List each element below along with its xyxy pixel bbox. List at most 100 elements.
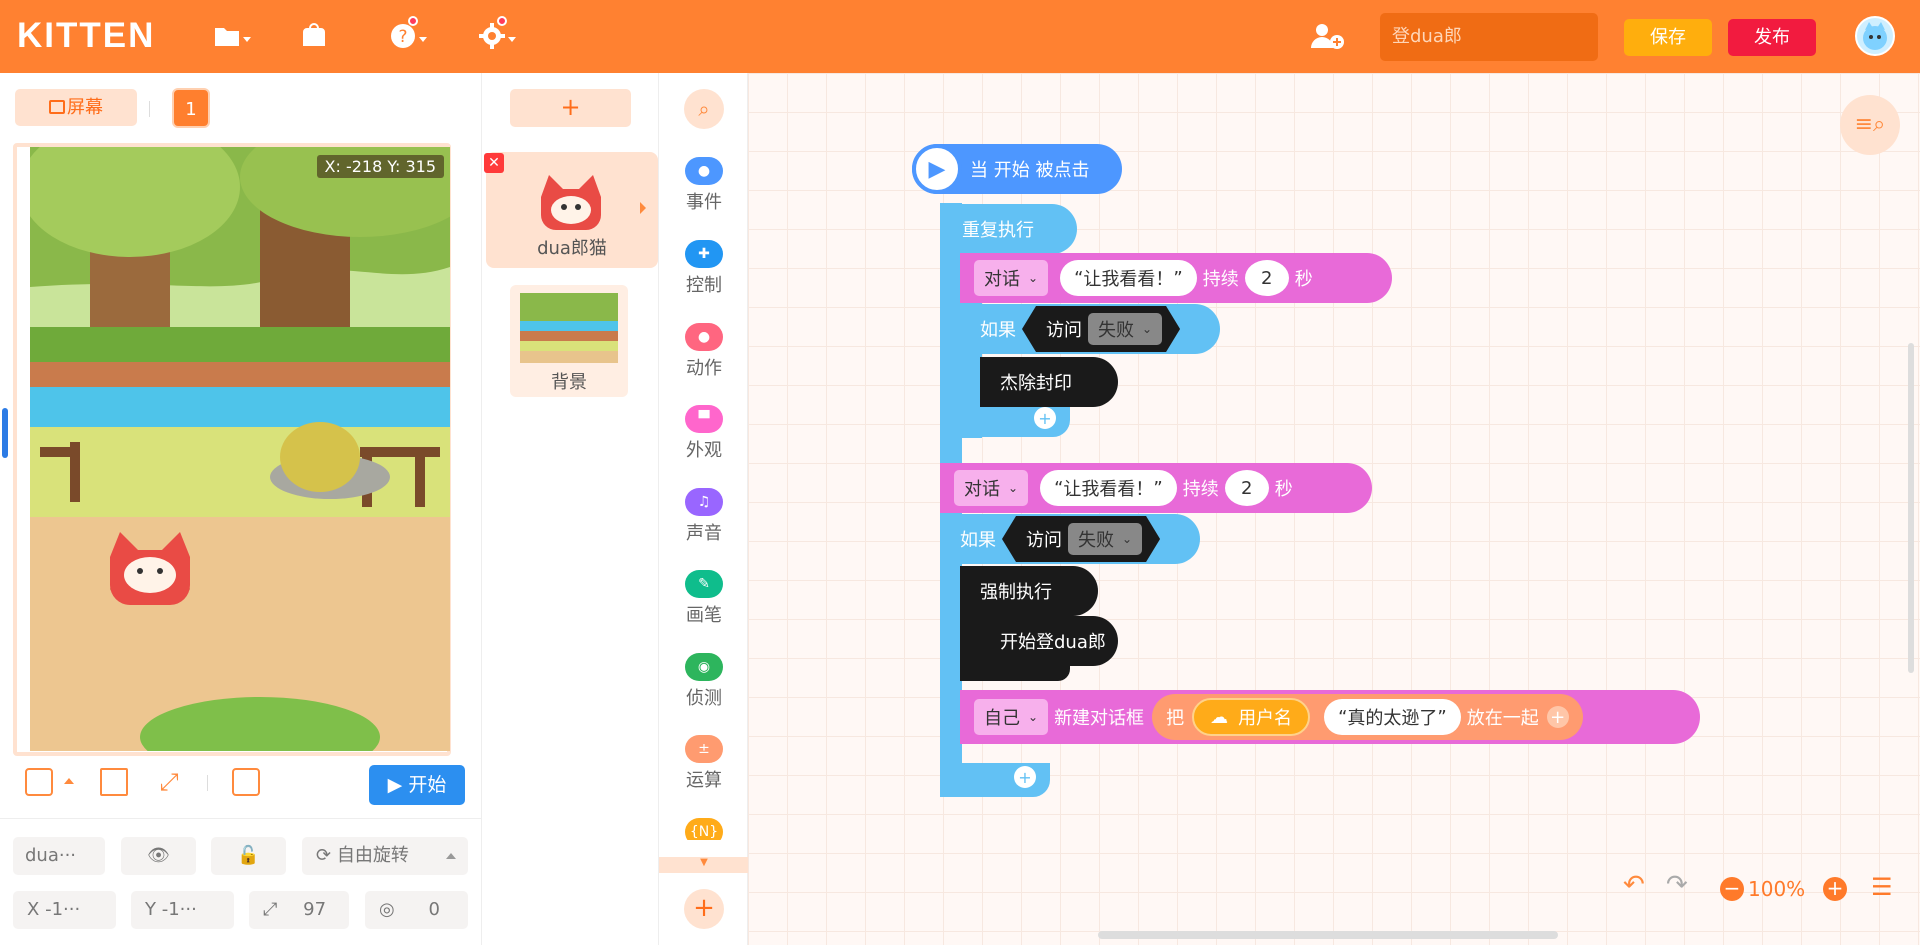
add-collaborator-button[interactable]	[1308, 16, 1348, 56]
rotation-label: 自由旋转	[336, 845, 409, 866]
zoom-out-button[interactable]: −	[1720, 877, 1744, 901]
start-button[interactable]: ▶ 开始	[369, 765, 465, 805]
scale-field[interactable]: ⤢ 97	[249, 891, 349, 929]
category-motion[interactable]: ● 动作	[659, 323, 749, 380]
seconds-field[interactable]: 2	[1224, 470, 1269, 506]
say-block-2[interactable]: 对话 ⌄ “让我看看！” 持续 2 秒	[940, 463, 1372, 513]
delete-sprite-button[interactable]: ✕	[484, 153, 504, 173]
visibility-toggle[interactable]: 👁	[121, 837, 196, 875]
category-label: 动作	[686, 358, 722, 379]
zoom-in-button[interactable]: +	[1823, 877, 1847, 901]
category-sound[interactable]: ♫ 声音	[659, 488, 749, 545]
stage-canvas[interactable]: X: -218 Y: 315	[30, 147, 450, 751]
say-block-1[interactable]: 对话 ⌄ “让我看看！” 持续 2 秒	[960, 253, 1392, 303]
device-size-button[interactable]	[25, 768, 53, 796]
new-dialog-block[interactable]: 自己 ⌄ 新建对话框 把 ☁ 用户名 “真的太逊了” 放在一起 +	[960, 690, 1700, 744]
category-operators[interactable]: ± 运算	[659, 735, 749, 792]
vertical-scrollbar[interactable]	[1908, 343, 1914, 673]
cat-sprite-thumbnail	[541, 175, 601, 230]
username-reporter[interactable]: ☁ 用户名	[1192, 698, 1311, 736]
access-condition[interactable]: 访问 失败 ⌄	[1002, 516, 1160, 562]
caret-up-icon[interactable]	[64, 778, 74, 784]
screen-number-button[interactable]: 1	[172, 88, 210, 128]
access-condition[interactable]: 访问 失败 ⌄	[1022, 306, 1180, 352]
join-add-icon[interactable]: +	[1546, 706, 1569, 728]
background-card[interactable]: 背景	[510, 285, 628, 397]
category-event[interactable]: ● 事件	[659, 157, 749, 214]
stage-resize-handle[interactable]	[2, 408, 8, 458]
operators-icon: ±	[685, 735, 723, 763]
when-start-clicked-block[interactable]: ▶ 当 开始 被点击	[912, 144, 1122, 194]
scroll-down-chevron-icon[interactable]: ▼	[659, 857, 749, 873]
if-add-icon-1[interactable]: +	[1034, 407, 1056, 429]
settings-menu-button[interactable]	[475, 16, 519, 56]
if-block-1[interactable]: 如果 访问 失败 ⌄	[960, 304, 1220, 354]
publish-button[interactable]: 发布	[1728, 19, 1816, 56]
search-icon[interactable]: ⌕	[684, 89, 724, 129]
access-option-dropdown[interactable]: 失败 ⌄	[1068, 523, 1142, 555]
block-list-icon[interactable]: ☰	[1871, 873, 1893, 901]
project-title-input[interactable]: 登dua郎	[1380, 13, 1598, 61]
save-button[interactable]: 保存	[1624, 19, 1712, 56]
chevron-down-icon: ⌄	[1028, 271, 1039, 285]
add-extension-button[interactable]: +	[684, 889, 724, 929]
force-execute-block[interactable]: 强制执行	[960, 566, 1098, 616]
code-canvas[interactable]: ≡⌕ + ▶ 当 开始 被点击 重复执行 对话 ⌄ “让我看看！” 持续 2 秒 …	[748, 73, 1920, 945]
grid-icon[interactable]	[100, 768, 128, 796]
x-value: -1···	[45, 899, 81, 920]
screen-button[interactable]: 屏幕	[15, 89, 137, 126]
repeat-add-icon[interactable]: +	[1014, 766, 1036, 788]
target-dropdown[interactable]: 自己 ⌄	[974, 699, 1049, 735]
music-icon: ♫	[685, 488, 723, 516]
access-label: 访问	[1026, 530, 1062, 551]
say-type-label: 对话	[964, 479, 1000, 500]
horizontal-scrollbar[interactable]	[1098, 931, 1558, 939]
category-variables[interactable]: {N}	[659, 818, 749, 840]
join-prefix: 把	[1166, 708, 1185, 729]
undo-icon[interactable]: ↶	[1623, 870, 1645, 900]
say-text-field[interactable]: “让我看看！”	[1040, 470, 1177, 506]
rotation-style-select[interactable]: ⟳ 自由旋转	[302, 837, 468, 875]
say-text-field[interactable]: “让我看看！”	[1060, 260, 1197, 296]
screen-icon	[49, 100, 65, 114]
help-menu-button[interactable]: ?	[386, 16, 430, 56]
user-avatar[interactable]	[1855, 16, 1895, 56]
avatar-icon	[1863, 22, 1887, 50]
hat-label: 当 开始 被点击	[970, 160, 1090, 181]
file-menu-button[interactable]	[210, 16, 254, 56]
seconds-field[interactable]: 2	[1244, 260, 1289, 296]
y-position-field[interactable]: Y -1···	[131, 891, 234, 929]
fullscreen-icon[interactable]: ⤢	[155, 768, 183, 796]
join-text-field[interactable]: “真的太逊了”	[1324, 699, 1461, 735]
folder-icon	[214, 28, 239, 46]
access-option-dropdown[interactable]: 失败 ⌄	[1088, 313, 1162, 345]
chevron-down-icon: ⌄	[1122, 532, 1133, 546]
start-login-block[interactable]: 开始登dua郎	[980, 616, 1118, 666]
ghost-icon: ●	[685, 323, 723, 351]
scale-icon: ⤢	[263, 899, 278, 920]
add-sprite-button[interactable]: +	[510, 89, 631, 127]
lock-toggle[interactable]: 🔓	[211, 837, 286, 875]
help-icon: ?	[390, 24, 415, 48]
gear-icon	[478, 23, 505, 49]
redo-icon[interactable]: ↷	[1666, 870, 1688, 900]
remove-seal-block[interactable]: 杰除封印	[980, 357, 1118, 407]
category-pen[interactable]: ✎ 画笔	[659, 570, 749, 627]
x-position-field[interactable]: X -1···	[13, 891, 116, 929]
chevron-right-icon[interactable]	[640, 202, 646, 214]
join-block[interactable]: 把 ☁ 用户名 “真的太逊了” 放在一起 +	[1152, 694, 1583, 740]
record-icon[interactable]	[232, 768, 260, 796]
block-search-icon[interactable]: ≡⌕	[1840, 95, 1900, 155]
repeat-forever-block[interactable]: 重复执行	[940, 204, 1077, 254]
direction-field[interactable]: ◎ 0	[365, 891, 468, 929]
sprite-card[interactable]: dua郎猫	[486, 152, 658, 268]
category-looks[interactable]: ▀ 外观	[659, 405, 749, 462]
sprite-name-field[interactable]: dua···	[13, 837, 105, 875]
say-type-dropdown[interactable]: 对话 ⌄	[954, 470, 1029, 506]
backpack-button[interactable]	[297, 16, 331, 56]
if-block-2[interactable]: 如果 访问 失败 ⌄	[940, 514, 1200, 564]
backpack-icon	[303, 23, 325, 46]
say-type-dropdown[interactable]: 对话 ⌄	[974, 260, 1049, 296]
category-control[interactable]: ✚ 控制	[659, 240, 749, 297]
category-sensing[interactable]: ◉ 侦测	[659, 653, 749, 710]
